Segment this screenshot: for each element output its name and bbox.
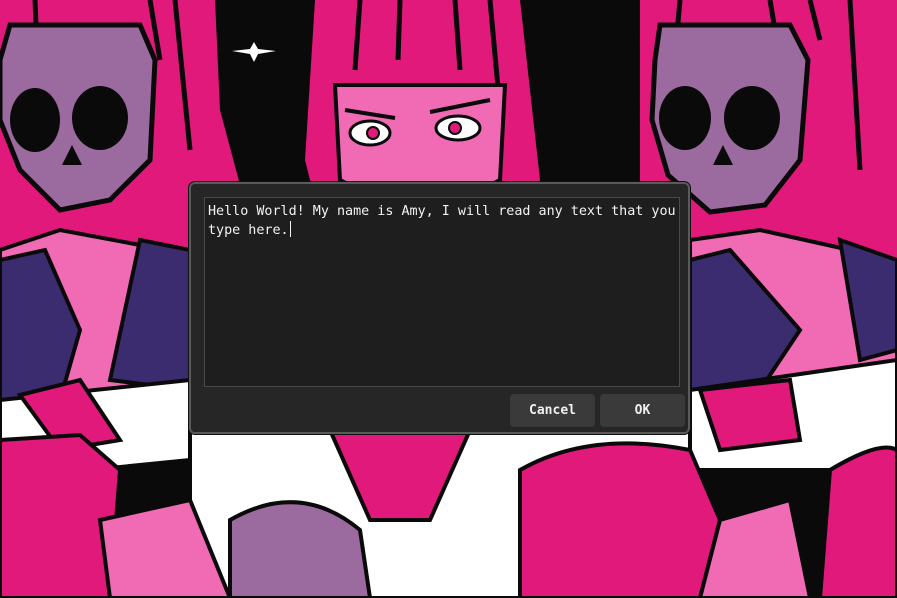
text-entry-value: Hello World! My name is Amy, I will read… [208,204,676,238]
text-entry-field[interactable]: Hello World! My name is Amy, I will read… [204,197,680,387]
ok-button[interactable]: OK [600,394,685,427]
text-input-dialog: Hello World! My name is Amy, I will read… [189,182,690,434]
cancel-button[interactable]: Cancel [510,394,595,427]
text-caret [289,221,291,237]
app-window: Hello World! My name is Amy, I will read… [0,0,897,598]
